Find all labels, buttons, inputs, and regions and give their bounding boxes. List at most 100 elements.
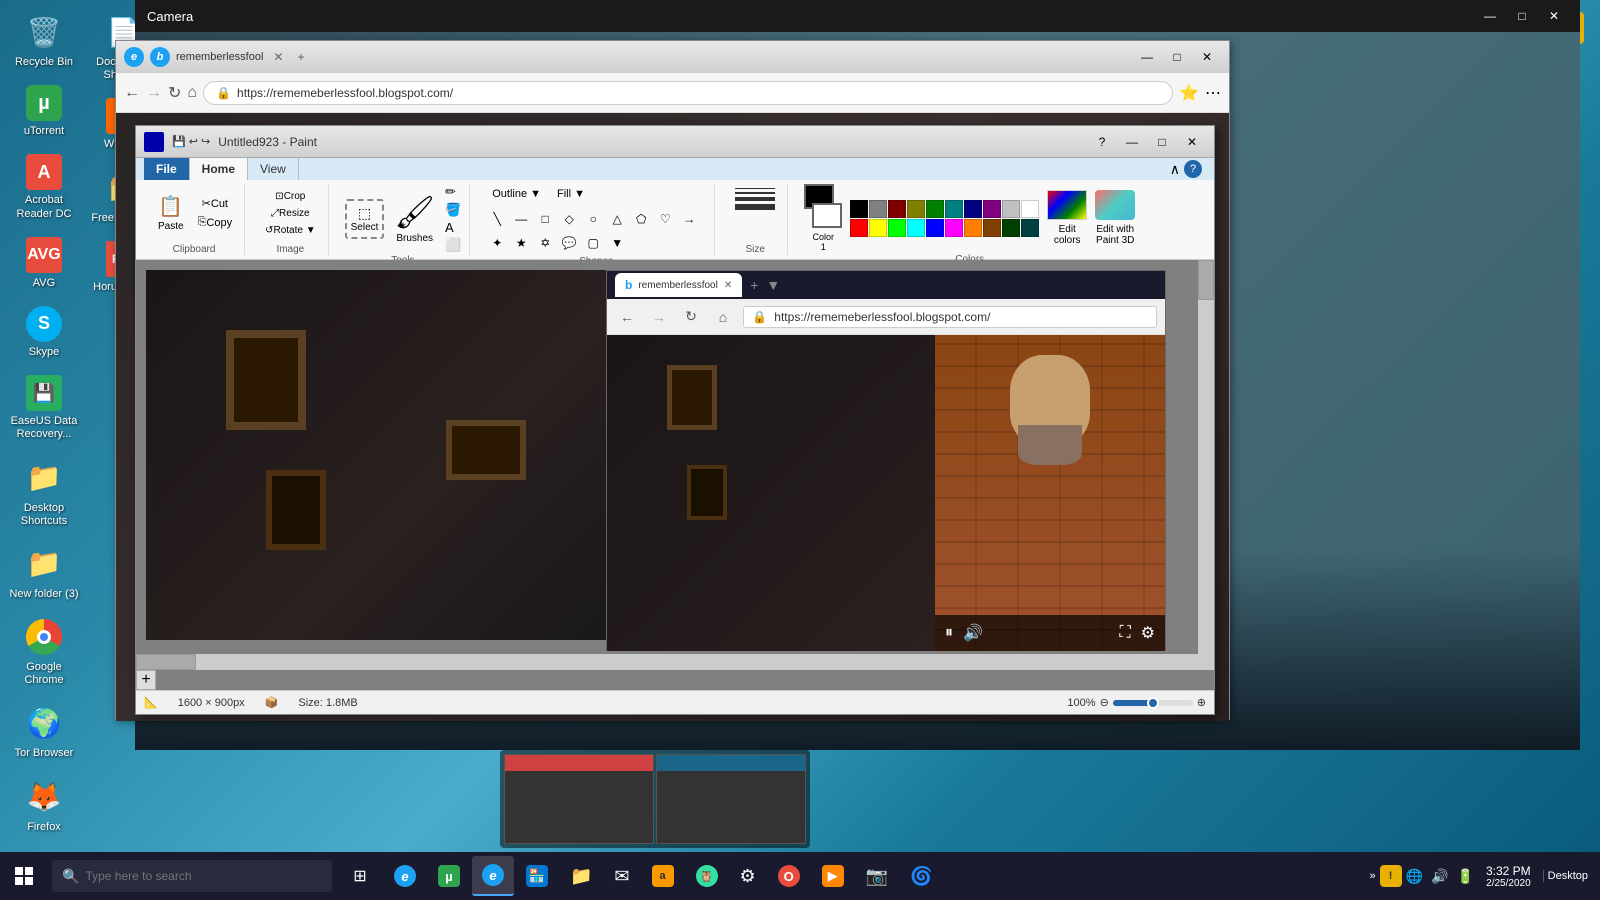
taskbar-app-edge-2[interactable]: e — [472, 856, 514, 896]
color-cell-18[interactable] — [1002, 219, 1020, 237]
color-cell-15[interactable] — [945, 219, 963, 237]
taskbar-app-mail[interactable]: ✉ — [604, 856, 639, 896]
fullscreen-btn[interactable]: ⛶ — [1119, 624, 1130, 642]
zoom-slider[interactable] — [1113, 700, 1193, 706]
zoom-plus-btn[interactable]: ⊕ — [1197, 696, 1206, 709]
color-cell-1[interactable] — [869, 200, 887, 218]
scrollbar-thumb-v[interactable] — [1198, 260, 1214, 300]
browser-forward[interactable]: → — [146, 84, 162, 102]
taskbar-app-vlc[interactable]: ▶ — [812, 856, 854, 896]
color-cell-5[interactable] — [945, 200, 963, 218]
paint-tab-home[interactable]: Home — [190, 158, 248, 180]
taskbar-app-utorrent[interactable]: µ — [428, 856, 470, 896]
inner-back-btn[interactable]: ← — [615, 305, 639, 329]
shape-more[interactable]: ▼ — [606, 232, 628, 254]
paint-close-btn[interactable]: ✕ — [1178, 131, 1206, 153]
zoom-slider-thumb[interactable] — [1147, 697, 1159, 709]
camera-maximize-btn[interactable]: □ — [1508, 5, 1536, 27]
desktop-icon-shortcuts[interactable]: 📁 Desktop Shortcuts — [4, 452, 84, 534]
inner-browser-close-tab[interactable]: ✕ — [724, 280, 732, 291]
system-clock[interactable]: 3:32 PM 2/25/2020 — [1478, 864, 1539, 889]
inner-browser-url[interactable]: 🔒 https://rememeberlessfool.blogspot.com… — [743, 306, 1157, 328]
shape-star6[interactable]: ✡ — [534, 232, 556, 254]
browser-minimize[interactable]: — — [1133, 46, 1161, 68]
ribbon-collapse-btn[interactable]: ∧ — [1170, 161, 1180, 178]
color-cell-8[interactable] — [1002, 200, 1020, 218]
desktop-icon-acrobat[interactable]: A Acrobat Reader DC — [4, 148, 84, 226]
taskbar-search-bar[interactable]: 🔍 — [52, 860, 332, 892]
color-cell-2[interactable] — [888, 200, 906, 218]
color-cell-19[interactable] — [1021, 219, 1039, 237]
paint-scrollbar-horizontal[interactable] — [136, 654, 1198, 670]
canvas-add-btn[interactable]: + — [136, 670, 156, 690]
color-cell-13[interactable] — [907, 219, 925, 237]
desktop-icon-skype[interactable]: S Skype — [4, 300, 84, 365]
pause-btn[interactable]: ⏸ — [945, 624, 953, 642]
inner-forward-btn[interactable]: → — [647, 305, 671, 329]
shape-arrow[interactable]: → — [678, 208, 700, 230]
desktop-icon-firefox[interactable]: 🦊 Firefox — [4, 771, 84, 840]
eraser-icon[interactable]: ⬜ — [445, 237, 461, 253]
brushes-btn[interactable]: 🖌 Brushes — [388, 189, 441, 248]
desktop-icon-recycle-bin[interactable]: 🗑️ Recycle Bin — [4, 6, 84, 75]
taskbar-app-tripadvisor[interactable]: 🦉 — [686, 856, 728, 896]
resize-btn[interactable]: ⤢ Resize — [261, 206, 320, 221]
color-cell-10[interactable] — [850, 219, 868, 237]
color-cell-12[interactable] — [888, 219, 906, 237]
size-1[interactable] — [735, 188, 775, 189]
zoom-minus-btn[interactable]: ⊖ — [1100, 696, 1109, 709]
shape-triangle[interactable]: △ — [606, 208, 628, 230]
inner-browser-new-tab[interactable]: + — [750, 277, 758, 293]
shape-star5[interactable]: ★ — [510, 232, 532, 254]
color2-box[interactable] — [812, 203, 842, 228]
pencil-icon[interactable]: ✏ — [445, 184, 461, 200]
select-btn[interactable]: ⬚ Select — [345, 199, 385, 239]
color-cell-17[interactable] — [983, 219, 1001, 237]
size-3[interactable] — [735, 197, 775, 201]
desktop-icon-newfolder[interactable]: 📁 New folder (3) — [4, 538, 84, 607]
shape-line[interactable]: ╲ — [486, 208, 508, 230]
edit-colors-swatch[interactable] — [1047, 190, 1087, 220]
color-cell-14[interactable] — [926, 219, 944, 237]
color-cell-6[interactable] — [964, 200, 982, 218]
desktop-btn[interactable]: Desktop — [1543, 870, 1592, 882]
text-icon[interactable]: A — [445, 220, 461, 235]
size-2[interactable] — [735, 192, 775, 194]
shape-heart[interactable]: ♡ — [654, 208, 676, 230]
browser-home[interactable]: ⌂ — [187, 84, 197, 102]
browser-back[interactable]: ← — [124, 84, 140, 102]
browser-maximize[interactable]: □ — [1163, 46, 1191, 68]
cut-btn[interactable]: ✂ Cut — [194, 195, 237, 212]
show-hidden-icons[interactable]: » — [1370, 870, 1376, 882]
tray-network-icon[interactable]: 🌐 — [1406, 868, 1423, 885]
volume-btn[interactable]: 🔊 — [963, 623, 983, 643]
color-cell-7[interactable] — [983, 200, 1001, 218]
tray-volume-icon[interactable]: 🔊 — [1431, 868, 1448, 885]
taskbar-app-misc[interactable]: 🌀 — [900, 856, 942, 896]
size-4[interactable] — [735, 204, 775, 210]
shape-callout[interactable]: 💬 — [558, 232, 580, 254]
paste-btn[interactable]: 📋 Paste — [152, 190, 190, 236]
inner-home-btn[interactable]: ⌂ — [711, 305, 735, 329]
paint-minimize-btn[interactable]: — — [1118, 131, 1146, 153]
inner-browser-tab-dropdown[interactable]: ▼ — [766, 277, 780, 293]
taskbar-app-store[interactable]: 🏪 — [516, 856, 558, 896]
paint-help-btn[interactable]: ? — [1088, 131, 1116, 153]
fill-icon[interactable]: 🪣 — [445, 202, 461, 218]
browser-close-tab[interactable]: ✕ — [273, 50, 283, 64]
camera-close-btn[interactable]: ✕ — [1540, 5, 1568, 27]
color-cell-16[interactable] — [964, 219, 982, 237]
more-btn[interactable]: ⚙ — [1141, 623, 1155, 643]
inner-refresh-btn[interactable]: ↻ — [679, 305, 703, 329]
desktop-icon-tor[interactable]: 🌍 Tor Browser — [4, 697, 84, 766]
taskbar-app-app1[interactable]: ⚙ — [730, 856, 766, 896]
copy-btn[interactable]: ⎘ Copy — [194, 214, 237, 231]
start-button[interactable] — [0, 852, 48, 900]
paint3d-icon[interactable] — [1095, 190, 1135, 220]
browser-url-bar[interactable]: 🔒 https://rememeberlessfool.blogspot.com… — [203, 81, 1173, 105]
paint-maximize-btn[interactable]: □ — [1148, 131, 1176, 153]
browser-refresh[interactable]: ↻ — [168, 83, 181, 103]
inner-browser-tab[interactable]: b rememberlessfool ✕ — [615, 273, 742, 297]
browser-menu[interactable]: ⋯ — [1205, 83, 1221, 103]
shape-rounded[interactable]: ▢ — [582, 232, 604, 254]
